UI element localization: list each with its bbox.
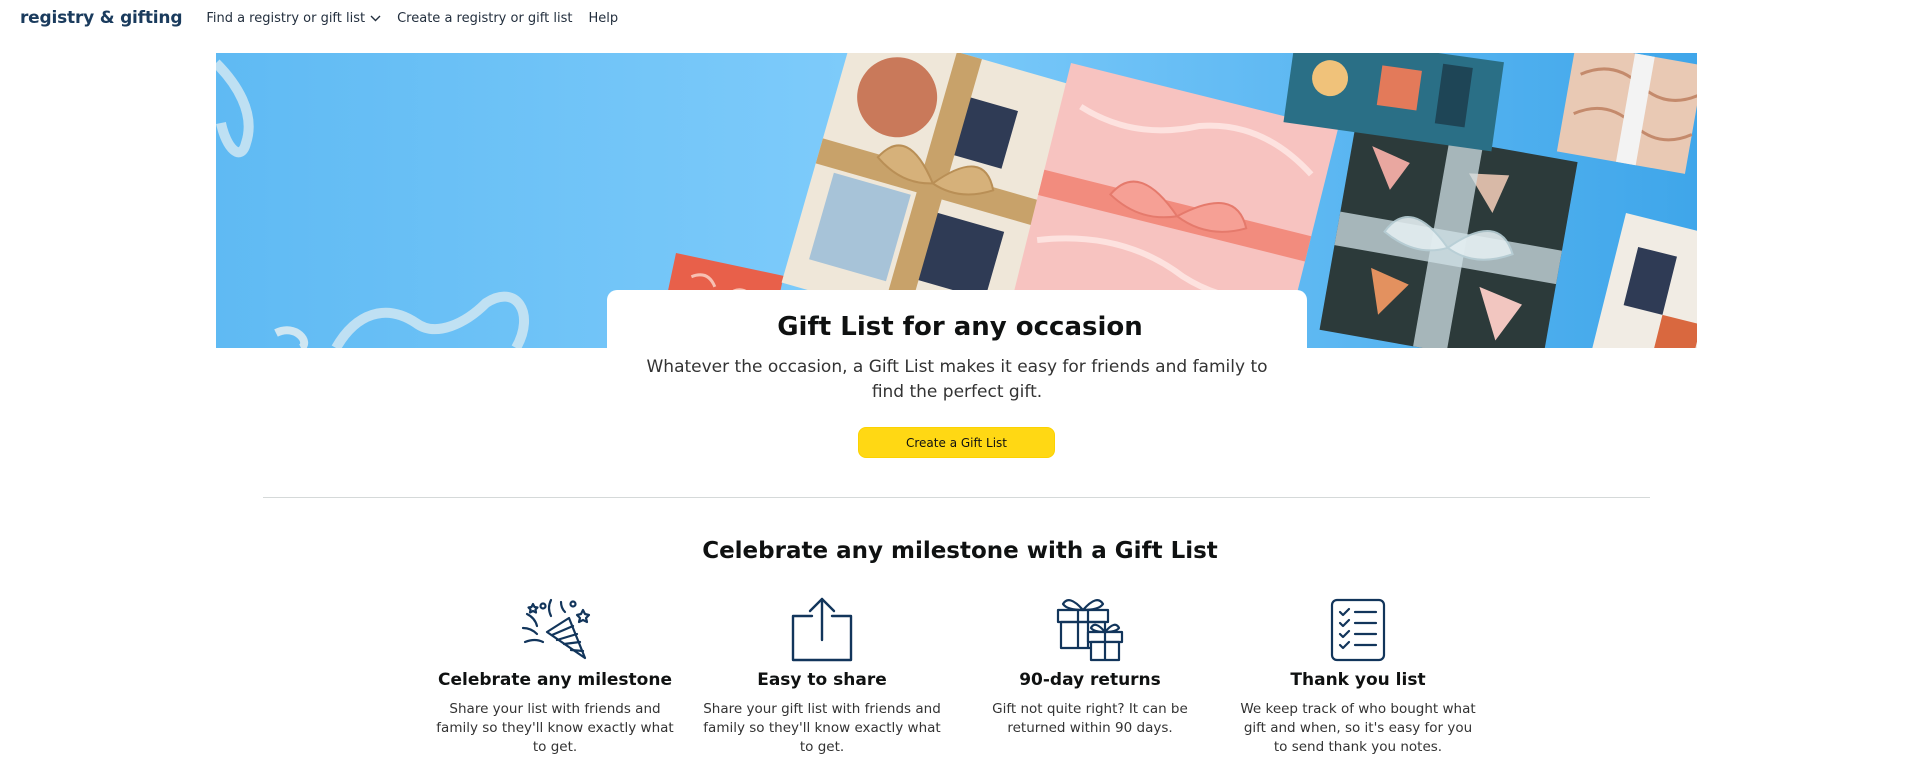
hero-subtitle: Whatever the occasion, a Gift List makes… bbox=[646, 357, 1268, 402]
hero-title: Gift List for any occasion bbox=[777, 312, 1143, 342]
party-hat-icon bbox=[521, 598, 591, 660]
checklist-icon bbox=[1330, 598, 1386, 662]
find-registry-label: Find a registry or gift list bbox=[206, 10, 366, 26]
top-nav: registry & gifting Find a registry or gi… bbox=[0, 0, 1920, 36]
create-registry-link[interactable]: Create a registry or gift list bbox=[397, 11, 572, 26]
help-link[interactable]: Help bbox=[588, 11, 618, 26]
feature-title: 90-day returns bbox=[1019, 670, 1161, 690]
feature-share: Easy to share Share your gift list with … bbox=[697, 592, 947, 757]
feature-title: Celebrate any milestone bbox=[438, 670, 672, 690]
section-title: Celebrate any milestone with a Gift List bbox=[702, 538, 1218, 564]
feature-celebrate: Celebrate any milestone Share your list … bbox=[430, 592, 680, 757]
feature-description: Share your gift list with friends and fa… bbox=[703, 701, 941, 755]
feature-description: Gift not quite right? It can be returned… bbox=[992, 701, 1188, 736]
feature-thank-you: Thank you list We keep track of who boug… bbox=[1233, 592, 1483, 757]
brand-logo[interactable]: registry & gifting bbox=[20, 8, 183, 28]
section-divider bbox=[263, 497, 1650, 498]
feature-title: Thank you list bbox=[1290, 670, 1426, 690]
feature-description: Share your list with friends and family … bbox=[436, 701, 674, 755]
create-gift-list-button[interactable]: Create a Gift List bbox=[858, 427, 1055, 458]
feature-returns: 90-day returns Gift not quite right? It … bbox=[965, 592, 1215, 738]
gift-boxes-icon bbox=[1056, 599, 1124, 662]
feature-title: Easy to share bbox=[757, 670, 887, 690]
share-icon bbox=[791, 597, 853, 662]
feature-description: We keep track of who bought what gift an… bbox=[1240, 701, 1476, 755]
find-registry-menu[interactable]: Find a registry or gift list bbox=[206, 11, 381, 26]
chevron-down-icon bbox=[370, 15, 381, 21]
